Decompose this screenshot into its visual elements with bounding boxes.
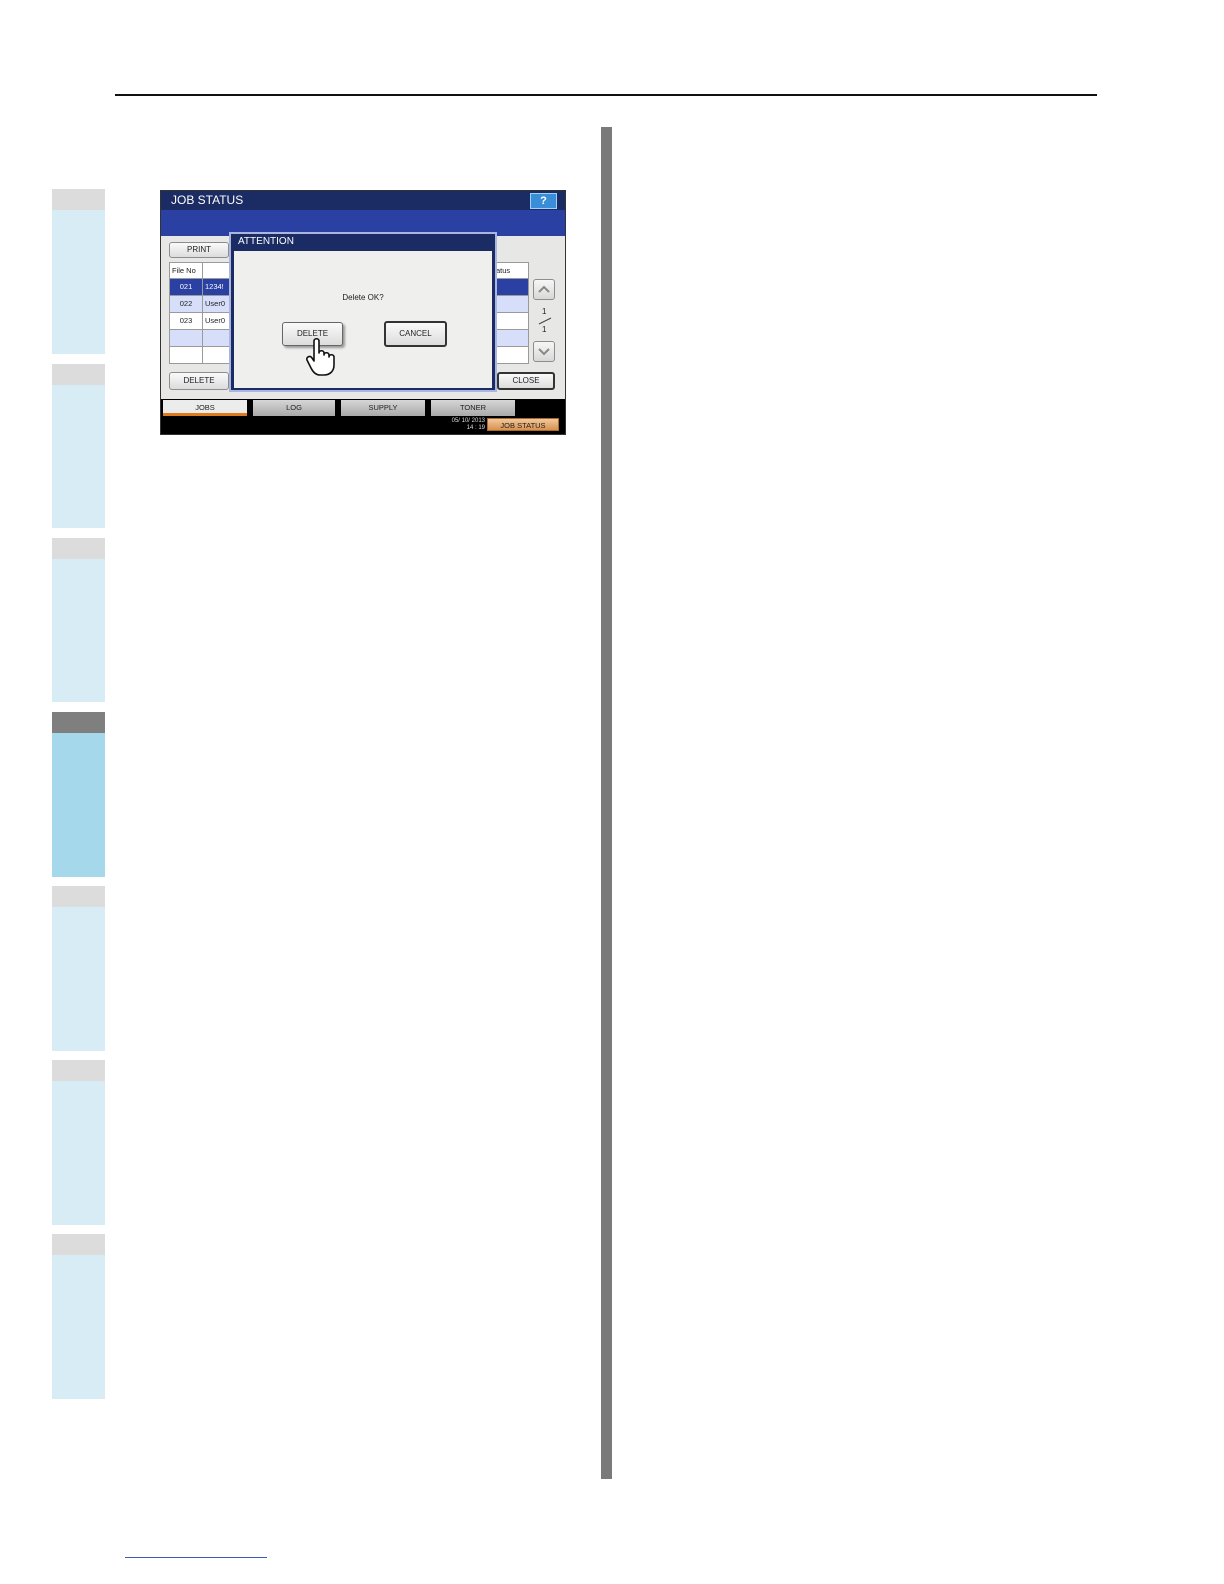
- delete-button[interactable]: DELETE: [169, 372, 229, 390]
- page-current: 1: [542, 307, 547, 316]
- chapter-tab-2[interactable]: [52, 364, 105, 528]
- page-total: 1: [542, 325, 547, 334]
- tab-toner[interactable]: TONER: [431, 400, 515, 416]
- table-row-file-no[interactable]: 023: [169, 312, 203, 330]
- scroll-down-button[interactable]: [533, 341, 555, 362]
- chapter-tab-4-active[interactable]: [52, 712, 105, 877]
- chapter-tab-5[interactable]: [52, 886, 105, 1051]
- job-status-panel: JOB STATUS ? PRINT File No atus 021 1234…: [160, 190, 566, 435]
- print-button[interactable]: PRINT: [169, 242, 229, 258]
- table-row-file-no[interactable]: [169, 346, 203, 364]
- col-header-status: atus: [494, 262, 529, 279]
- table-row-file-no[interactable]: 021: [169, 278, 203, 296]
- job-status-button[interactable]: JOB STATUS: [487, 418, 559, 431]
- footer-link-underline[interactable]: [125, 1557, 267, 1558]
- chevron-up-icon: [538, 285, 550, 293]
- status-date: 05/ 10/ 2013: [451, 418, 485, 424]
- panel-tabs: JOBS LOG SUPPLY TONER: [161, 399, 565, 416]
- scroll-up-button[interactable]: [533, 279, 555, 300]
- panel-title: JOB STATUS: [171, 193, 244, 207]
- dialog-body: Delete OK? DELETE CANCEL: [234, 251, 492, 388]
- dialog-message: Delete OK?: [342, 293, 384, 302]
- status-time: 14 : 19: [466, 425, 485, 431]
- chapter-tab-6[interactable]: [52, 1060, 105, 1225]
- chapter-tab-1[interactable]: [52, 189, 105, 354]
- pointing-hand-icon: [306, 337, 335, 376]
- table-row-file-no[interactable]: [169, 329, 203, 347]
- header-rule: [115, 94, 1097, 96]
- attention-dialog: ATTENTION Delete OK? DELETE CANCEL: [229, 232, 497, 392]
- help-button[interactable]: ?: [530, 193, 557, 209]
- tab-jobs[interactable]: JOBS: [163, 400, 247, 416]
- chevron-down-icon: [538, 348, 550, 356]
- chapter-tab-3[interactable]: [52, 538, 105, 702]
- col-header-file-no: File No: [169, 262, 203, 279]
- chapter-tab-7[interactable]: [52, 1234, 105, 1399]
- tab-supply[interactable]: SUPPLY: [341, 400, 425, 416]
- tab-log[interactable]: LOG: [253, 400, 335, 416]
- table-row-file-no[interactable]: 022: [169, 295, 203, 313]
- dialog-cancel-button[interactable]: CANCEL: [384, 321, 447, 347]
- panel-status-bar: 05/ 10/ 2013 14 : 19 JOB STATUS: [161, 416, 565, 434]
- column-divider: [601, 127, 612, 1479]
- close-button[interactable]: CLOSE: [497, 372, 555, 390]
- panel-title-bar: JOB STATUS ?: [161, 191, 565, 210]
- dialog-title: ATTENTION: [238, 236, 294, 247]
